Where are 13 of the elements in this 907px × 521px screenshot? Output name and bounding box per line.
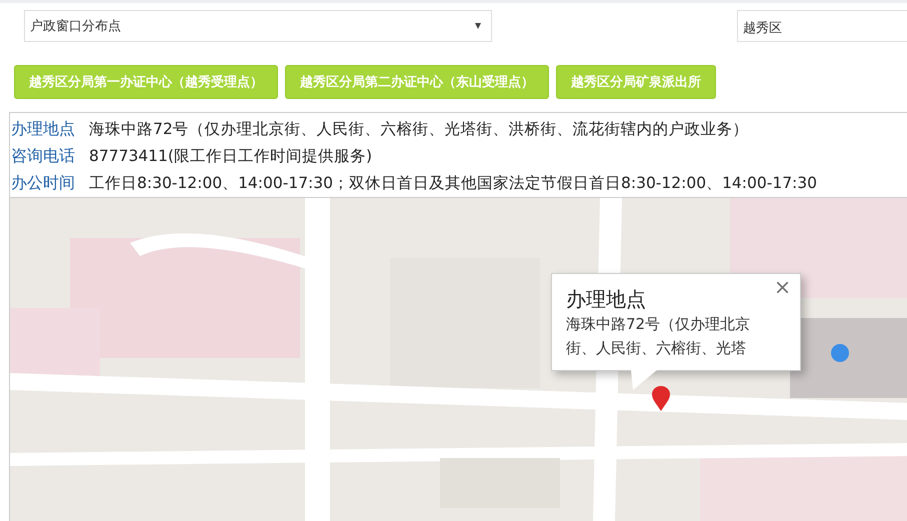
detail-value: 海珠中路72号（仅办理北京街、人民街、六榕街、光塔街、洪桥街、流花街辖内的户政业务）: [89, 119, 749, 140]
office-button[interactable]: 越秀区分局第一办证中心（越秀受理点）: [14, 65, 278, 99]
detail-label: 办理地点: [11, 118, 75, 140]
district-field[interactable]: 越秀区: [737, 10, 907, 42]
category-dropdown[interactable]: 户政窗口分布点: [24, 10, 492, 42]
office-button[interactable]: 越秀区分局第二办证中心（东山受理点）: [285, 65, 549, 99]
popup-title: 办理地点: [566, 286, 646, 312]
office-button[interactable]: 越秀区分局矿泉派出所: [556, 65, 716, 99]
detail-value: 87773411(限工作日工作时间提供服务): [89, 146, 372, 167]
popup-text: 海珠中路72号（仅办理北京街、人民街、六榕街、光塔: [566, 314, 752, 359]
detail-label: 办公时间: [11, 172, 75, 194]
detail-label: 咨询电话: [11, 145, 75, 167]
detail-value: 工作日8:30-12:00、14:00-17:30；双休日首日及其他国家法定节假日首日8:30-12:00、14:00-17:30: [89, 173, 817, 194]
